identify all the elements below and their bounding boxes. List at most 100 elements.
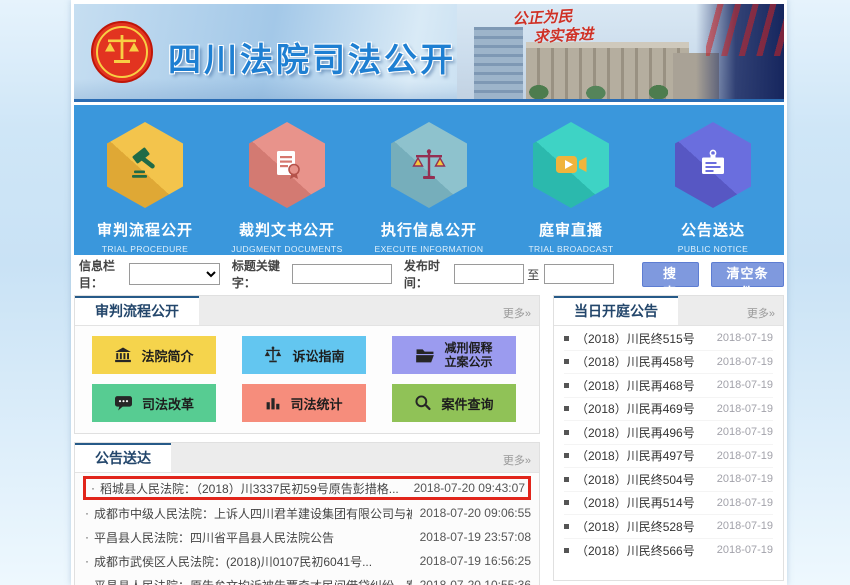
court-session-panel: 当日开庭公告 更多» （2018）川民终515号 2018-07-19 （201… <box>553 295 784 581</box>
video-camera-icon <box>552 147 590 183</box>
search-button[interactable]: 搜 索 <box>642 262 699 287</box>
bullet: · <box>85 530 89 544</box>
nav-item-judgment-documents[interactable]: 裁判文书公开 JUDGMENT DOCUMENTS <box>216 105 358 255</box>
bullet: · <box>85 578 89 585</box>
nav-label-en: JUDGMENT DOCUMENTS <box>216 244 358 254</box>
scales-icon <box>263 346 283 364</box>
court-intro-button[interactable]: 法院简介 <box>92 336 216 374</box>
square-bullet <box>564 477 569 482</box>
gavel-icon <box>127 147 163 183</box>
main-navigation: 审判流程公开 TRIAL PROCEDURE 裁判文书公开 JUDGMENT D… <box>74 105 784 255</box>
nav-item-trial-broadcast[interactable]: 庭审直播 TRIAL BROADCAST <box>500 105 642 255</box>
court-row[interactable]: （2018）川民终515号 2018-07-19 <box>564 327 773 351</box>
judicial-reform-button[interactable]: 司法改革 <box>92 384 216 422</box>
hexagon-tile <box>533 122 609 208</box>
column-select[interactable] <box>129 263 220 285</box>
notice-board-icon <box>695 147 731 183</box>
more-link-court[interactable]: 更多» <box>747 305 775 321</box>
column-label: 信息栏目： <box>79 257 127 291</box>
bar-chart-icon <box>265 395 281 411</box>
notice-row[interactable]: · 成都市中级人民法院：上诉人四川君羊建设集团有限公司与被上诉... 2018-… <box>83 501 531 525</box>
tab-trial-procedure[interactable]: 审判流程公开 <box>75 296 199 325</box>
nav-label-cn: 庭审直播 <box>500 219 642 240</box>
square-bullet <box>564 406 569 411</box>
nav-item-trial-procedure[interactable]: 审判流程公开 TRIAL PROCEDURE <box>74 105 216 255</box>
date-to-label: 至 <box>527 266 539 283</box>
section-header: 当日开庭公告 更多» <box>554 296 783 326</box>
content-columns: 审判流程公开 更多» 法院简介 <box>74 295 784 585</box>
hexagon-tile <box>675 122 751 208</box>
notice-row[interactable]: · 成都市武侯区人民法院：(2018)川0107民初6041号... 2018-… <box>83 549 531 573</box>
court-row[interactable]: （2018）川民再469号 2018-07-19 <box>564 398 773 422</box>
document-seal-icon <box>269 147 305 183</box>
square-bullet <box>564 524 569 529</box>
notice-row-highlighted[interactable]: · 稻城县人民法院：（2018）川3337民初59号原告彭措格... 2018-… <box>83 476 531 500</box>
notice-list: · 稻城县人民法院：（2018）川3337民初59号原告彭措格... 2018-… <box>75 473 539 585</box>
keyword-input[interactable] <box>292 264 392 284</box>
tab-court-sessions[interactable]: 当日开庭公告 <box>554 296 678 325</box>
notice-row[interactable]: · 平昌县人民法院：原告牟文均诉被告覃奇才民间借贷纠纷一案民事... 2018-… <box>83 573 531 585</box>
speech-bubble-icon <box>114 395 133 412</box>
nav-item-public-notice[interactable]: 公告送达 PUBLIC NOTICE <box>642 105 784 255</box>
court-row[interactable]: （2018）川民终566号 2018-07-19 <box>564 539 773 563</box>
clear-conditions-button[interactable]: 清空条件 <box>711 262 784 287</box>
court-row[interactable]: （2018）川民再468号 2018-07-19 <box>564 374 773 398</box>
square-bullet <box>564 500 569 505</box>
hexagon-tile <box>107 122 183 208</box>
bullet: · <box>85 554 89 568</box>
court-row[interactable]: （2018）川民再514号 2018-07-19 <box>564 492 773 516</box>
date-label: 发布时间： <box>404 257 452 291</box>
keyword-label: 标题关键字： <box>232 257 290 291</box>
right-column: 当日开庭公告 更多» （2018）川民终515号 2018-07-19 （201… <box>553 295 784 581</box>
parole-filing-button[interactable]: 减刑假释 立案公示 <box>392 336 516 374</box>
notice-row[interactable]: · 平昌县人民法院：四川省平昌县人民法院公告 2018-07-19 23:57:… <box>83 525 531 549</box>
court-row[interactable]: （2018）川民终504号 2018-07-19 <box>564 468 773 492</box>
nav-label-cn: 公告送达 <box>642 219 784 240</box>
national-emblem-icon <box>90 20 154 84</box>
left-column: 审判流程公开 更多» 法院简介 <box>74 295 540 585</box>
site-banner: 四川法院司法公开网 公正为民 求实奋进 <box>74 4 784 102</box>
court-row[interactable]: （2018）川民再496号 2018-07-19 <box>564 421 773 445</box>
court-row[interactable]: （2018）川民终528号 2018-07-19 <box>564 515 773 539</box>
site-title: 四川法院司法公开网 <box>168 33 492 81</box>
date-from-input[interactable] <box>454 264 524 284</box>
bullet: · <box>91 481 95 495</box>
court-row[interactable]: （2018）川民再458号 2018-07-19 <box>564 351 773 375</box>
square-bullet <box>564 548 569 553</box>
nav-label-cn: 执行信息公开 <box>358 219 500 240</box>
court-row[interactable]: （2018）川民再497号 2018-07-19 <box>564 445 773 469</box>
square-bullet <box>564 430 569 435</box>
date-to-input[interactable] <box>544 264 614 284</box>
judicial-statistics-button[interactable]: 司法统计 <box>242 384 366 422</box>
red-flags <box>706 4 784 56</box>
hexagon-tile <box>249 122 325 208</box>
calligraphy-slogan: 公正为民 求实奋进 <box>512 6 594 48</box>
hexagon-tile <box>391 122 467 208</box>
square-bullet <box>564 383 569 388</box>
square-bullet <box>564 336 569 341</box>
more-link-notice[interactable]: 更多» <box>503 452 531 468</box>
section-header: 审判流程公开 更多» <box>75 296 539 326</box>
section-header: 公告送达 更多» <box>75 443 539 473</box>
litigation-guide-button[interactable]: 诉讼指南 <box>242 336 366 374</box>
square-bullet <box>564 359 569 364</box>
court-session-list: （2018）川民终515号 2018-07-19 （2018）川民再458号 2… <box>554 326 783 562</box>
notice-delivery-panel: 公告送达 更多» · 稻城县人民法院：（2018）川3337民初59号原告彭措格… <box>74 442 540 585</box>
nav-label-en: PUBLIC NOTICE <box>642 244 784 254</box>
bullet: · <box>85 506 89 520</box>
nav-item-execute-information[interactable]: 执行信息公开 EXECUTE INFORMATION <box>358 105 500 255</box>
page-container: 四川法院司法公开网 公正为民 求实奋进 <box>71 0 787 585</box>
tab-public-notice[interactable]: 公告送达 <box>75 443 171 472</box>
magnifier-icon <box>414 394 432 412</box>
nav-label-cn: 审判流程公开 <box>74 219 216 240</box>
search-filter-bar: 信息栏目： 标题关键字： 发布时间： 至 搜 索 清空条件 <box>74 260 784 288</box>
more-link-trial[interactable]: 更多» <box>503 305 531 321</box>
nav-label-cn: 裁判文书公开 <box>216 219 358 240</box>
nav-label-en: EXECUTE INFORMATION <box>358 244 500 254</box>
nav-label-en: TRIAL PROCEDURE <box>74 244 216 254</box>
case-inquiry-button[interactable]: 案件查询 <box>392 384 516 422</box>
scales-icon <box>410 147 448 183</box>
courthouse-photo: 公正为民 求实奋进 <box>457 4 784 99</box>
shortcut-button-grid: 法院简介 诉讼指南 <box>75 326 539 433</box>
trial-procedure-panel: 审判流程公开 更多» 法院简介 <box>74 295 540 434</box>
